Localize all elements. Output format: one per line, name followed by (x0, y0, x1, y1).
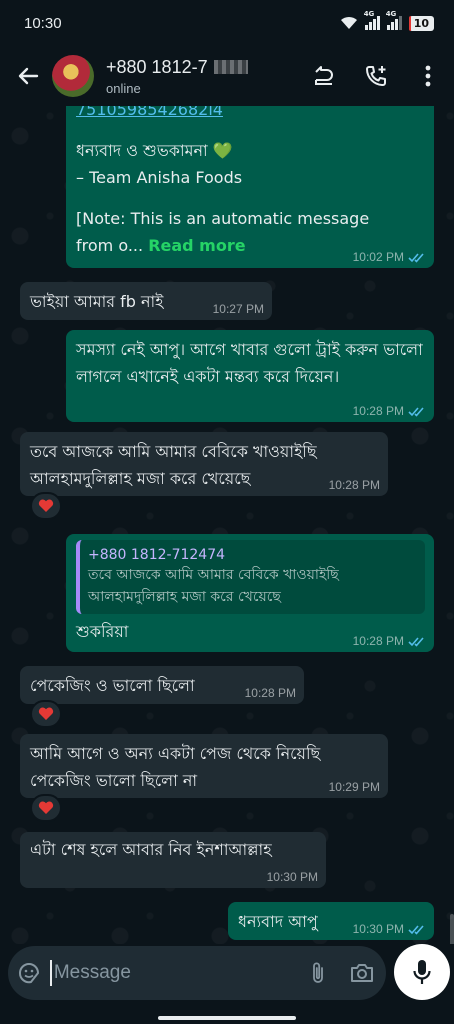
message-line: ধন্যবাদ ও শুভকামনা 💚 (76, 141, 233, 160)
battery-level: 10 (413, 16, 429, 30)
message-meta: 10:30 PM (267, 870, 318, 884)
redacted-block (213, 60, 248, 74)
camera-icon (350, 964, 373, 982)
message-outgoing[interactable]: সমস্যা নেই আপু। আগে খাবার গুলো ট্রাই করু… (66, 330, 434, 422)
message-text: ধন্যবাদ আপু (238, 912, 318, 931)
message-meta: 10:27 PM (213, 302, 264, 316)
mic-icon (413, 960, 431, 984)
message-text: ভাইয়া আমার fb নাই (30, 292, 164, 311)
message-text: তবে আজকে আমি আমার বেবিকে খাওয়াইছি আলহাম… (30, 442, 317, 488)
add-call-button[interactable] (350, 46, 402, 106)
message-time: 10:27 PM (212, 302, 264, 316)
more-vertical-icon (425, 65, 431, 87)
message-text: আমি আগে ও অন্য একটা পেজ থেকে নিয়েছি পেক… (30, 744, 321, 790)
scrollbar-thumb[interactable] (450, 914, 454, 944)
message-composer (8, 946, 386, 1000)
home-indicator[interactable] (158, 1016, 296, 1020)
message-meta: 10:28 PM (329, 478, 380, 492)
message-time: 10:30 PM (352, 922, 404, 936)
message-line: – Team Anisha Foods (76, 168, 243, 187)
message-text: এটা শেষ হলে আবার নিব ইনশাআল্লাহ (30, 840, 272, 859)
battery-icon: 10 (408, 15, 434, 31)
back-arrow-icon (18, 67, 39, 85)
message-outgoing[interactable]: 7510598542682l4 ধন্যবাদ ও শুভকামনা 💚 – T… (66, 106, 434, 268)
message-line: from o... (76, 236, 144, 255)
camera-button[interactable] (337, 946, 386, 1000)
quoted-text: তবে আজকে আমি আমার বেবিকে খাওয়াইছি আলহাম… (88, 567, 339, 605)
double-check-icon (408, 406, 424, 417)
message-time: 10:28 PM (352, 634, 404, 648)
back-button[interactable] (0, 46, 56, 106)
signal-1-icon: 4G (364, 10, 380, 30)
message-time: 10:28 PM (244, 686, 296, 700)
message-link[interactable]: 7510598542682l4 (76, 106, 425, 123)
message-time: 10:28 PM (328, 478, 380, 492)
double-check-icon (408, 636, 424, 647)
message-incoming[interactable]: পেকেজিং ও ভালো ছিলো 10:28 PM (20, 666, 304, 704)
message-time: 10:29 PM (328, 780, 380, 794)
quoted-message[interactable]: +880 1812-712474 তবে আজকে আমি আমার বেবিক… (76, 540, 425, 614)
read-more-link[interactable]: Read more (148, 236, 245, 255)
chat-area[interactable]: 7510598542682l4 ধন্যবাদ ও শুভকামনা 💚 – T… (0, 106, 454, 944)
message-meta: 10:28 PM (245, 686, 296, 700)
call-forward-button[interactable] (298, 46, 350, 106)
message-text: পেকেজিং ও ভালো ছিলো (30, 676, 195, 695)
message-incoming[interactable]: তবে আজকে আমি আমার বেবিকে খাওয়াইছি আলহাম… (20, 432, 388, 496)
status-icons: 4G 4G 10 (340, 10, 434, 31)
reaction-badge[interactable] (30, 492, 62, 520)
message-text: 7510598542682l4 ধন্যবাদ ও শুভকামনা 💚 – T… (76, 106, 425, 259)
message-meta: 10:02 PM (353, 250, 426, 264)
status-time: 10:30 (24, 14, 62, 32)
status-bar: 10:30 4G 4G 10 (0, 0, 454, 46)
call-forward-icon (315, 66, 333, 85)
contact-name: +880 1812-7 (106, 57, 298, 78)
message-input[interactable] (49, 960, 299, 986)
chat-header: +880 1812-7 online (0, 46, 454, 106)
message-text: সমস্যা নেই আপু। আগে খাবার গুলো ট্রাই করু… (76, 340, 423, 386)
attach-icon (313, 962, 323, 983)
message-time: 10:02 PM (352, 250, 404, 264)
message-time: 10:28 PM (352, 404, 404, 418)
quoted-sender: +880 1812-712474 (88, 547, 226, 563)
message-incoming[interactable]: আমি আগে ও অন্য একটা পেজ থেকে নিয়েছি পেক… (20, 734, 388, 798)
reaction-badge[interactable] (30, 700, 62, 728)
sticker-icon (18, 963, 39, 984)
double-check-icon (408, 252, 424, 263)
contact-info[interactable]: +880 1812-7 online (106, 57, 298, 96)
more-options-button[interactable] (402, 46, 454, 106)
message-meta: 10:28 PM (353, 634, 426, 648)
add-call-icon (366, 66, 386, 86)
attach-button[interactable] (299, 946, 337, 1000)
contact-name-text: +880 1812-7 (106, 56, 208, 77)
sticker-button[interactable] (8, 946, 50, 1000)
voice-message-button[interactable] (394, 944, 450, 1000)
message-outgoing[interactable]: +880 1812-712474 তবে আজকে আমি আমার বেবিক… (66, 534, 434, 652)
input-area (0, 944, 454, 1024)
heart-icon (38, 707, 54, 720)
message-outgoing[interactable]: ধন্যবাদ আপু 10:30 PM (228, 902, 434, 940)
signal-2-icon: 4G (386, 10, 402, 30)
message-incoming[interactable]: ভাইয়া আমার fb নাই 10:27 PM (20, 282, 272, 320)
network-type-1: 4G (363, 10, 375, 18)
double-check-icon (408, 924, 424, 935)
network-type-2: 4G (385, 10, 397, 18)
wifi-icon (340, 16, 357, 29)
reaction-badge[interactable] (30, 794, 62, 822)
message-meta: 10:28 PM (353, 404, 426, 418)
heart-icon (38, 499, 54, 512)
contact-status: online (106, 80, 141, 96)
message-time: 10:30 PM (266, 870, 318, 884)
message-incoming[interactable]: এটা শেষ হলে আবার নিব ইনশাআল্লাহ 10:30 PM (20, 832, 326, 888)
message-meta: 10:30 PM (353, 922, 426, 936)
message-meta: 10:29 PM (329, 780, 380, 794)
heart-icon (38, 801, 54, 814)
message-line: [Note: This is an automatic message (76, 209, 370, 228)
avatar[interactable] (52, 55, 94, 97)
